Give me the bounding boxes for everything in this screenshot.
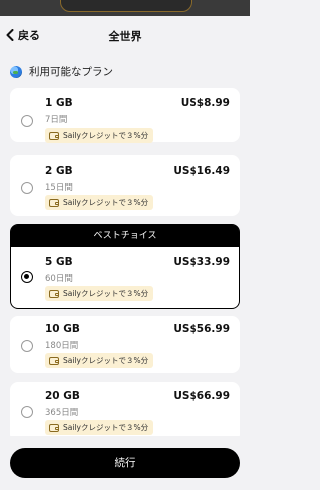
credit-badge: Sailyクレジットで３%分 [45,353,154,368]
credit-text: Sailyクレジットで３%分 [63,423,149,432]
credit-badge: Sailyクレジットで３%分 [45,128,154,143]
plan-price: US$56.99 [173,323,230,335]
radio-button[interactable] [21,182,33,194]
plan-data-amount: 2 GB [45,165,73,177]
plan-price: US$8.99 [180,97,230,109]
continue-button[interactable]: 続行 [10,448,240,478]
section-title: 利用可能なプラン [29,66,113,78]
footer: 続行 [0,436,250,490]
background-strip [0,0,250,16]
plan-card-20gb[interactable]: 20 GB US$66.99 365日間 Sailyクレジットで３%分 [10,382,240,442]
wallet-icon [49,356,59,365]
wallet-icon [49,198,59,207]
radio-button[interactable] [21,115,33,127]
plan-card-5gb[interactable]: ベストチョイス 5 GB US$33.99 60日間 Sailyクレジットで３%… [10,224,240,309]
best-choice-badge: ベストチョイス [11,225,239,247]
globe-icon [10,65,22,78]
plan-selection-screen: 戻る 全世界 利用可能なプラン 1 GB US$8.99 7日間 Sailyクレ… [0,0,250,490]
wallet-icon [49,131,59,140]
radio-button[interactable] [21,406,33,418]
radio-button-selected[interactable] [21,271,33,283]
plan-card-10gb[interactable]: 10 GB US$56.99 180日間 Sailyクレジットで３%分 [10,316,240,373]
plan-data-amount: 5 GB [45,256,73,268]
plan-card-2gb[interactable]: 2 GB US$16.49 15日間 Sailyクレジットで３%分 [10,155,240,216]
plan-price: US$33.99 [173,256,230,268]
plan-data-amount: 20 GB [45,390,80,402]
plan-price: US$66.99 [173,390,230,402]
plan-duration: 180日間 [45,341,79,351]
credit-badge: Sailyクレジットで３%分 [45,286,154,301]
plan-price: US$16.49 [173,165,230,177]
wallet-icon [49,423,59,432]
plan-duration: 15日間 [45,183,73,193]
section-header: 利用可能なプラン [10,64,113,79]
nav-bar: 戻る 全世界 [0,16,250,56]
background-pill [60,0,192,12]
page-title: 全世界 [108,30,142,43]
plan-duration: 365日間 [45,408,79,418]
credit-text: Sailyクレジットで３%分 [63,289,149,298]
plan-card-1gb[interactable]: 1 GB US$8.99 7日間 Sailyクレジットで３%分 [10,88,240,143]
plan-data-amount: 1 GB [45,97,73,109]
credit-text: Sailyクレジットで３%分 [63,131,149,140]
credit-text: Sailyクレジットで３%分 [63,198,149,207]
plan-duration: 60日間 [45,274,73,284]
credit-badge: Sailyクレジットで３%分 [45,420,154,435]
credit-text: Sailyクレジットで３%分 [63,356,149,365]
plan-duration: 7日間 [45,115,68,125]
credit-badge: Sailyクレジットで３%分 [45,195,154,210]
radio-button[interactable] [21,340,33,352]
plan-data-amount: 10 GB [45,323,80,335]
wallet-icon [49,289,59,298]
